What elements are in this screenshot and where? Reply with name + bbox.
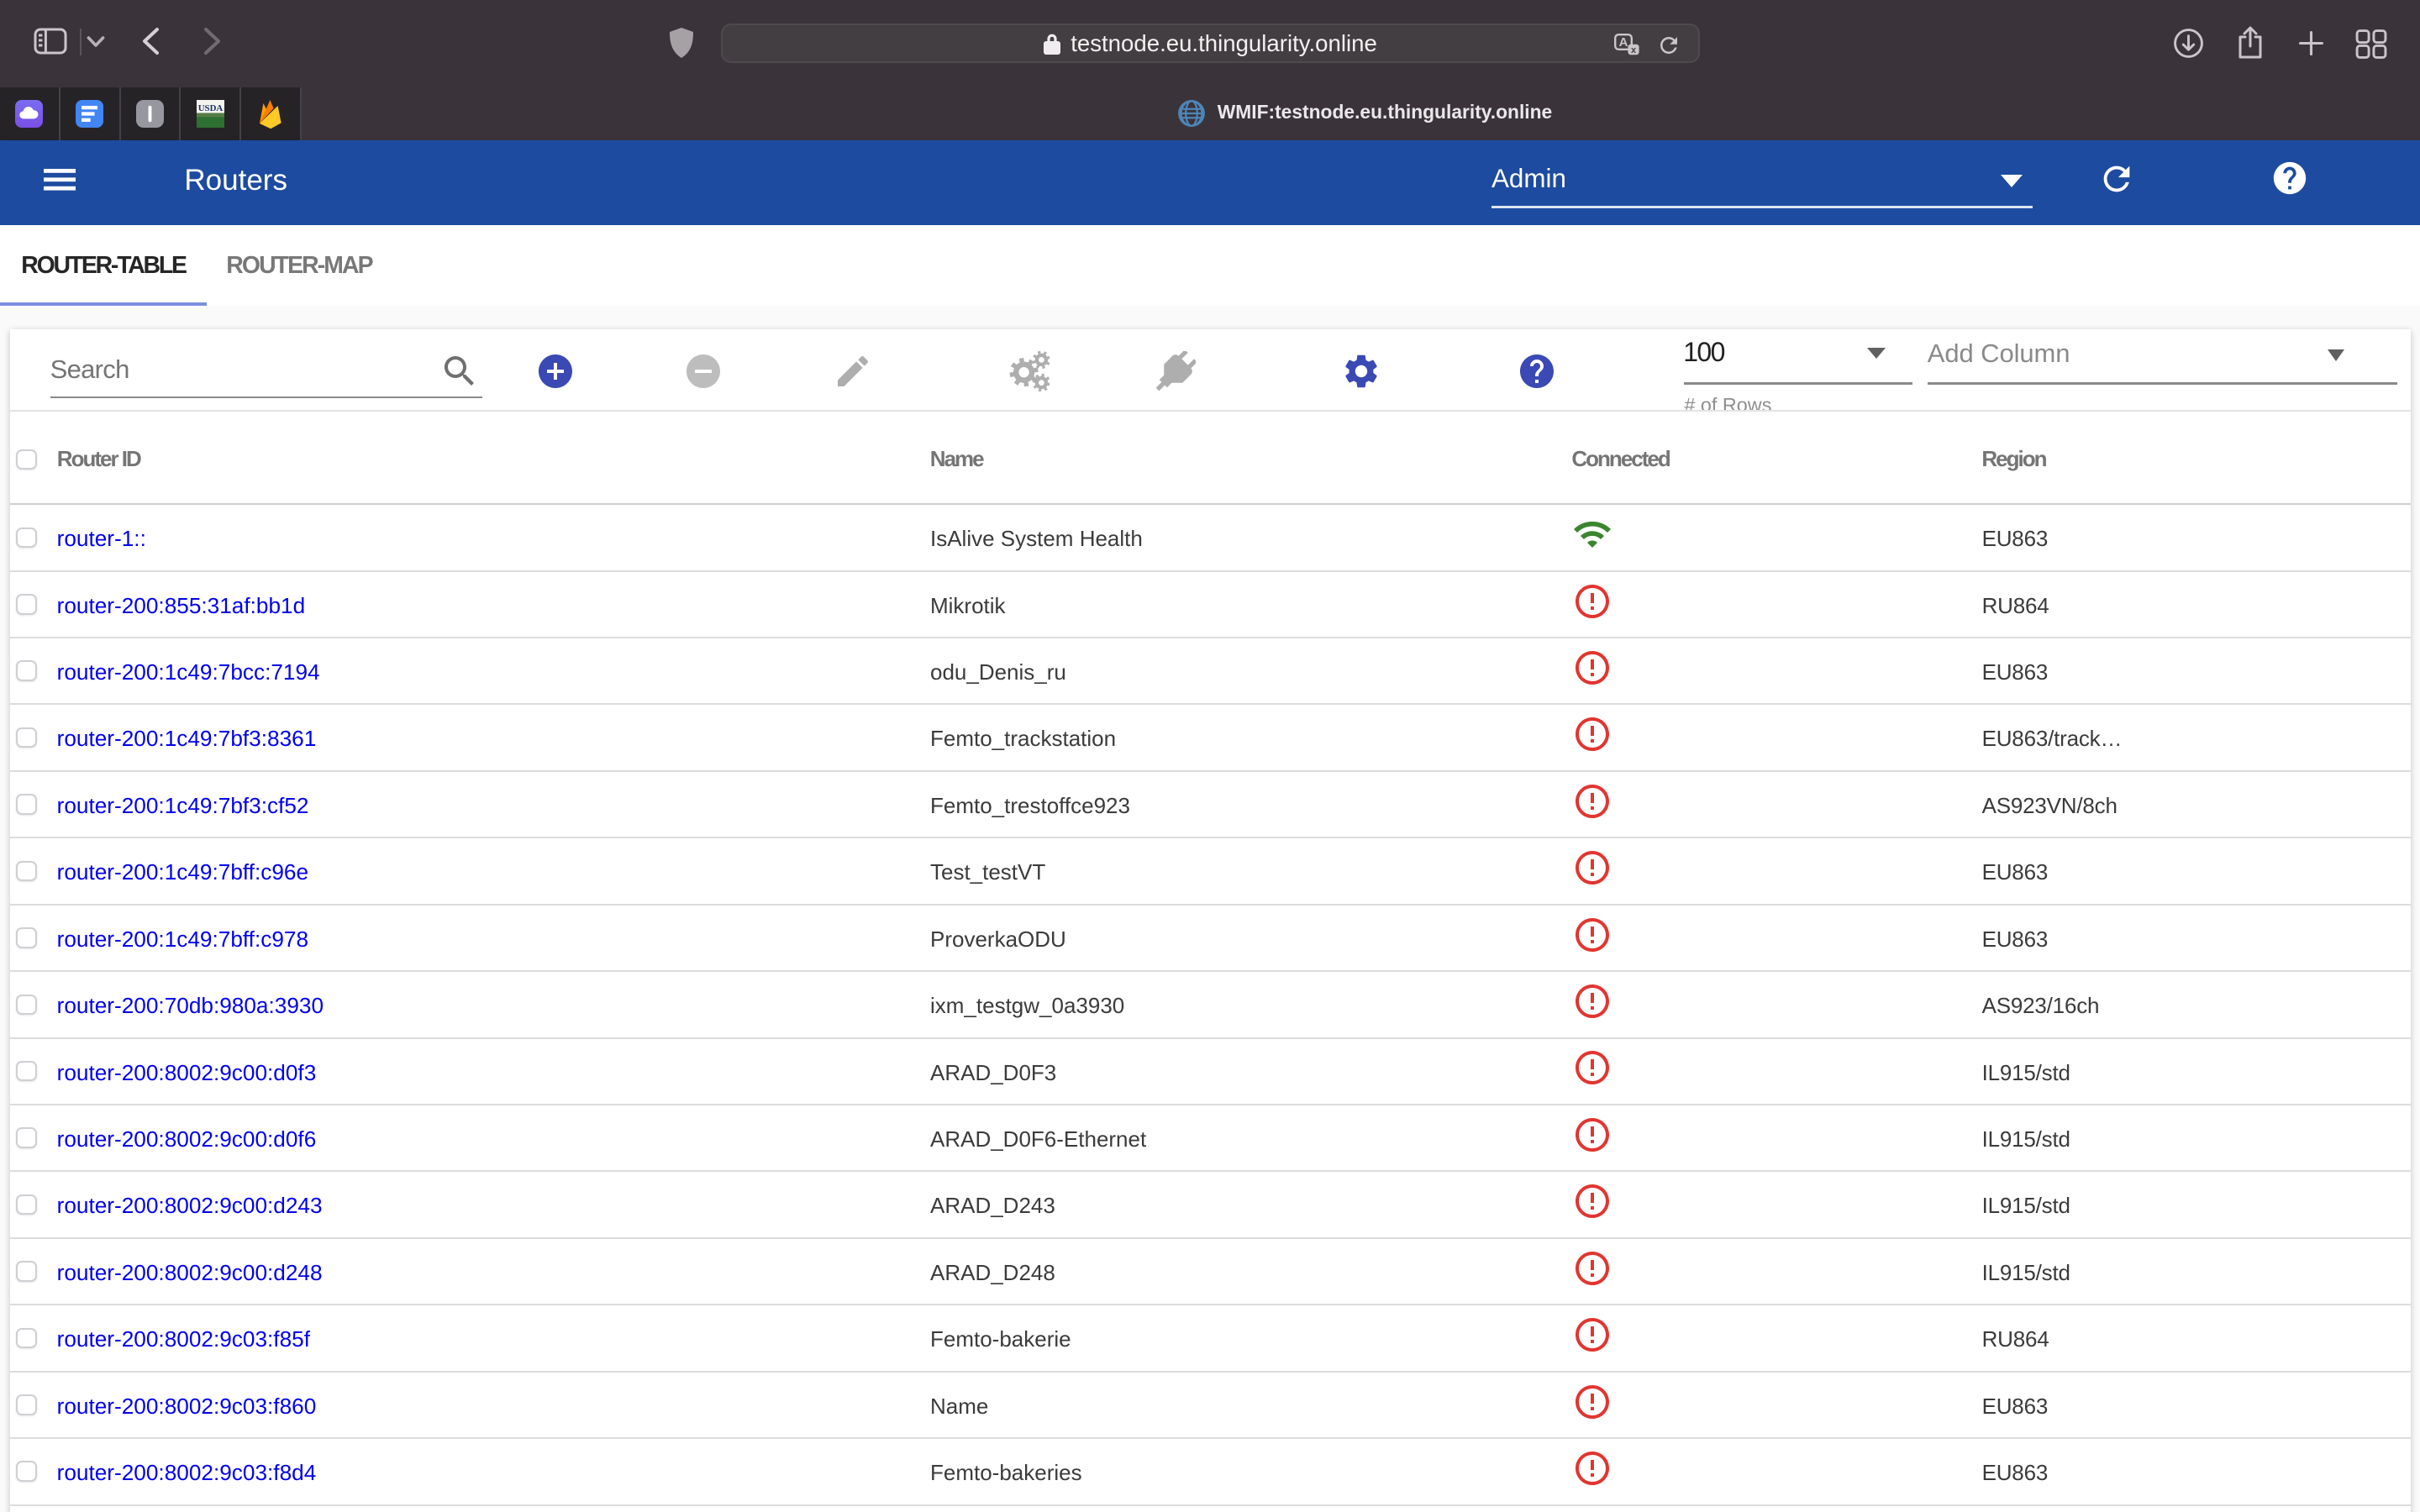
svg-text:A: A [1619,35,1628,50]
svg-text:USDA: USDA [197,103,223,113]
svg-text:x: x [1631,45,1637,55]
